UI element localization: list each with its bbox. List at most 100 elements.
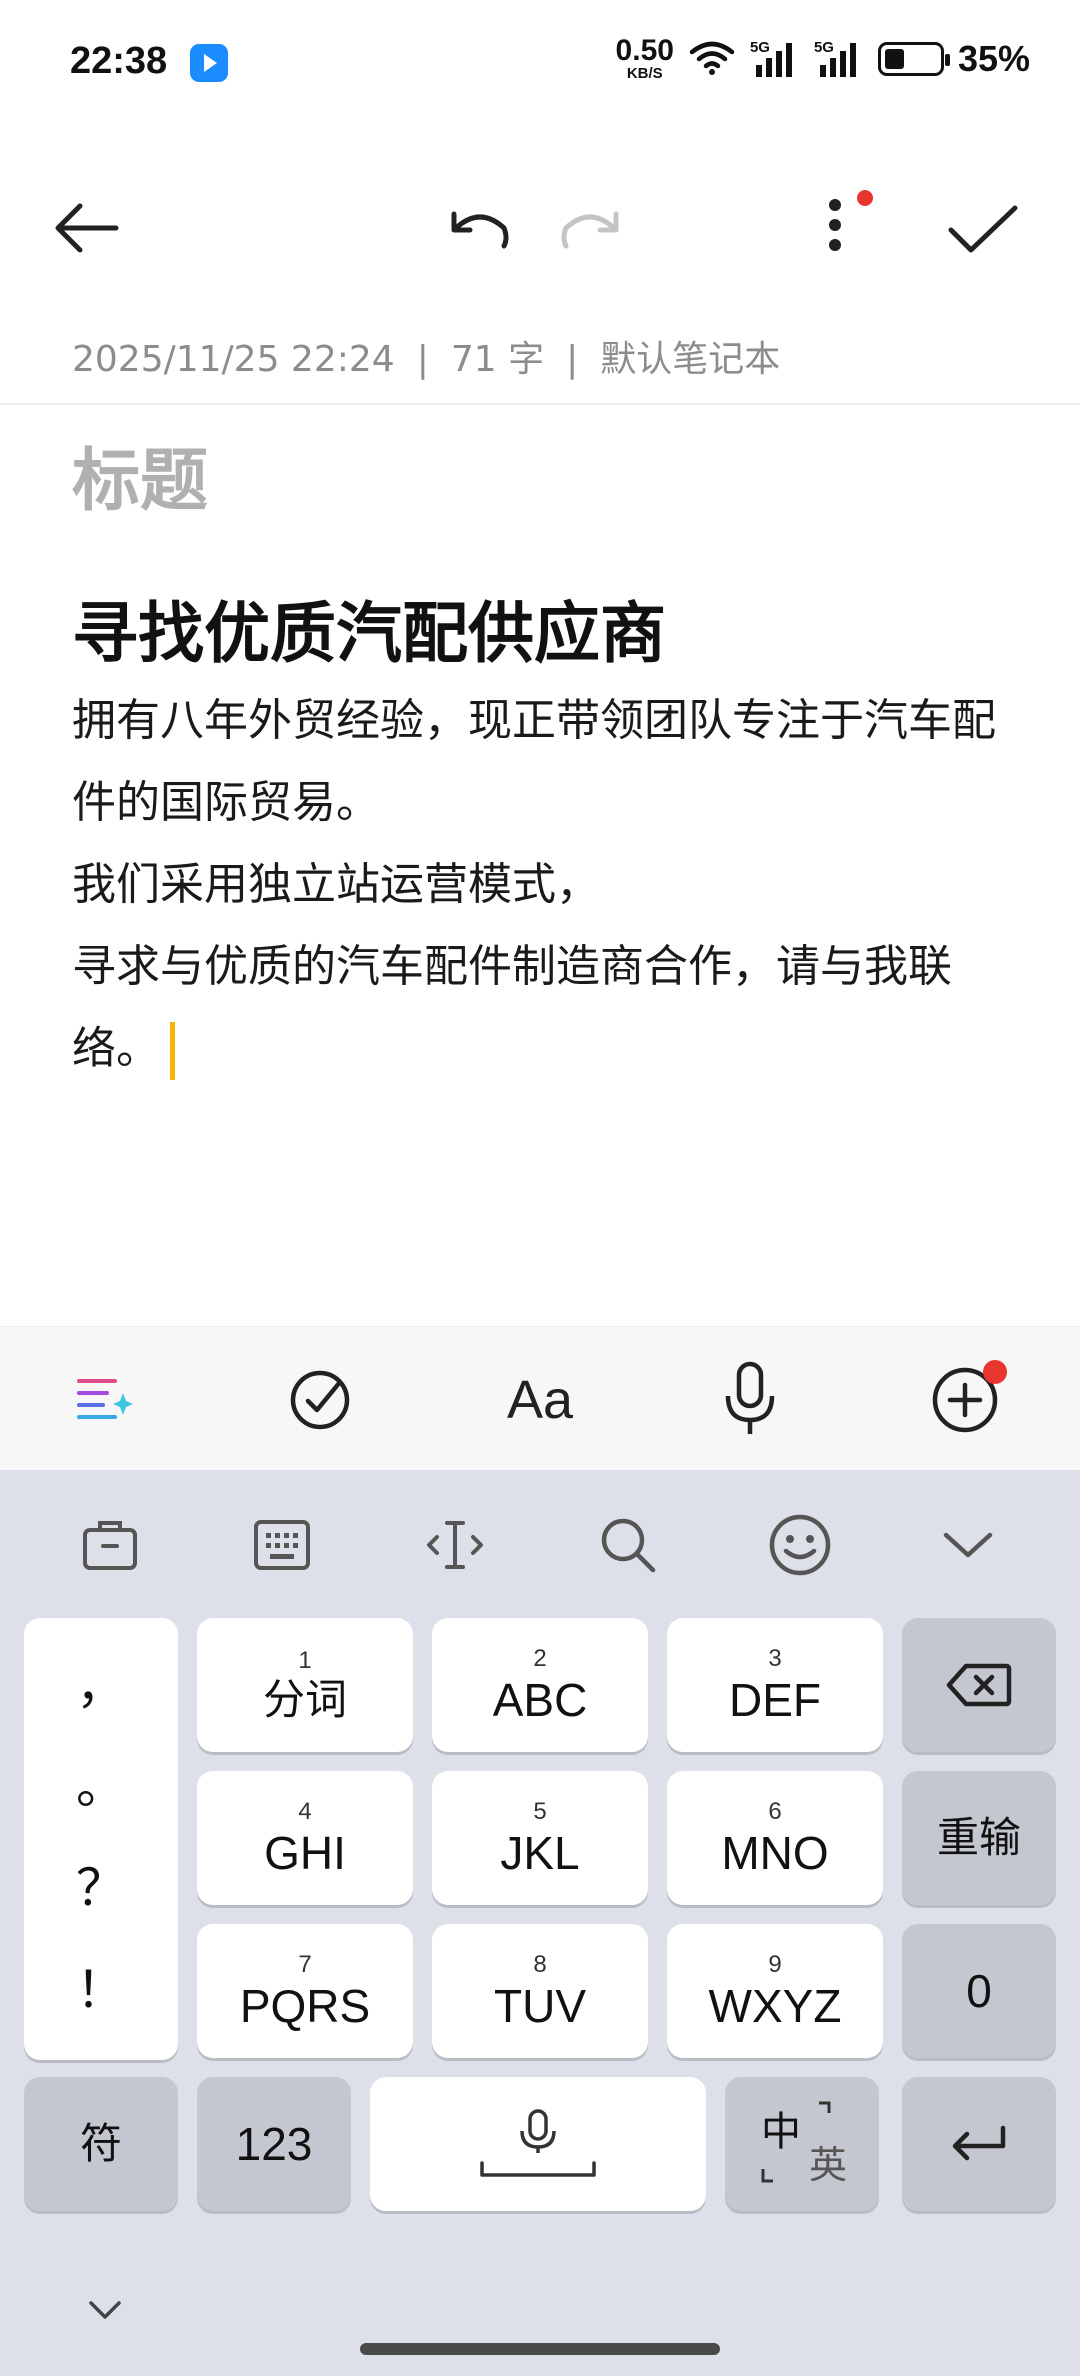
keyboard-search-button[interactable] (588, 1510, 668, 1580)
key-6-num: 6 (768, 1798, 782, 1825)
numeric-key[interactable]: 123 (197, 2077, 351, 2211)
enter-icon (952, 2125, 1006, 2161)
back-arrow-icon (55, 203, 119, 253)
checklist-icon (290, 1370, 350, 1430)
emoji-button[interactable] (760, 1510, 840, 1580)
key-4-label: GHI (264, 1827, 346, 1879)
key-4[interactable]: 4 GHI (197, 1771, 413, 1905)
space-key[interactable] (370, 2077, 706, 2211)
battery-percent: 35% (957, 37, 1030, 79)
checklist-button[interactable] (275, 1355, 365, 1445)
notification-dot (857, 190, 873, 206)
key-9[interactable]: 9 WXYZ (667, 1924, 883, 2058)
microphone-icon (725, 1361, 775, 1434)
key-3[interactable]: 3 DEF (667, 1618, 883, 1752)
key-3-num: 3 (768, 1645, 782, 1672)
note-datetime: 2025/11/25 22:24 (72, 339, 395, 380)
key-3-label: DEF (729, 1674, 821, 1726)
ai-format-button[interactable] (60, 1360, 150, 1440)
reenter-label: 重输 (936, 1813, 1021, 1862)
collapse-keyboard-button[interactable] (928, 1510, 1008, 1580)
key-2[interactable]: 2 ABC (432, 1618, 648, 1752)
more-vertical-icon (829, 199, 841, 251)
key-1-num: 1 (298, 1647, 312, 1674)
punct-period[interactable]: 。 (24, 1746, 178, 1818)
voice-input-button[interactable] (705, 1352, 795, 1448)
status-time: 22:38 (70, 40, 168, 82)
backspace-key[interactable] (902, 1618, 1056, 1752)
note-body[interactable]: 拥有八年外贸经验，现正带领团队专注于汽车配件的国际贸易。 我们采用独立站运营模式… (72, 680, 1002, 1090)
cursor-icon (427, 1521, 483, 1569)
redo-icon (561, 211, 619, 249)
title-input[interactable]: 标题 (72, 425, 208, 524)
mic-space-icon (480, 2109, 596, 2177)
check-icon (948, 205, 1018, 253)
note-char-count: 71 字 (450, 339, 545, 380)
language-toggle-icon: 中 英 (757, 2099, 847, 2189)
text-style-button[interactable]: Aa (490, 1360, 590, 1440)
note-notebook[interactable]: 默认笔记本 (600, 339, 780, 380)
punctuation-column[interactable]: ， 。 ？ ！ (24, 1618, 178, 2060)
punct-exclaim[interactable]: ！ (24, 1950, 178, 2022)
reenter-key[interactable]: 重输 (902, 1771, 1056, 1905)
punct-question[interactable]: ？ (24, 1848, 178, 1920)
symbol-label: 符 (79, 2119, 122, 2168)
clipboard-button[interactable] (70, 1510, 150, 1580)
divider (0, 403, 1080, 405)
key-7[interactable]: 7 PQRS (197, 1924, 413, 2058)
status-indicators: 0.50 KB/S 5G 5G 35% (615, 34, 1030, 82)
key-6[interactable]: 6 MNO (667, 1771, 883, 1905)
meta-separator-2: | (566, 339, 579, 380)
key-8-label: TUV (494, 1980, 586, 2032)
backspace-icon (946, 1663, 1012, 1707)
key-8[interactable]: 8 TUV (432, 1924, 648, 2058)
note-paragraph-1: 拥有八年外贸经验，现正带领团队专注于汽车配件的国际贸易。 (72, 695, 996, 828)
home-indicator[interactable] (360, 2343, 720, 2355)
search-icon (601, 1518, 656, 1573)
key-2-label: ABC (492, 1674, 588, 1726)
battery-fill (884, 48, 904, 69)
undo-icon (451, 211, 509, 249)
signal-icon-2: 5G (814, 39, 864, 79)
keyboard-icon (254, 1520, 310, 1570)
enter-key[interactable] (902, 2077, 1056, 2211)
key-1-label: 分词 (262, 1675, 347, 1724)
wifi-icon (688, 38, 736, 80)
note-meta: 2025/11/25 22:24 | 71 字 | 默认笔记本 (72, 330, 780, 382)
hide-keyboard-button[interactable] (70, 2280, 140, 2340)
clipboard-icon (83, 1521, 137, 1570)
symbol-key[interactable]: 符 (24, 2077, 178, 2211)
zero-key[interactable]: 0 (902, 1924, 1056, 2058)
redo-button[interactable] (550, 190, 630, 270)
app-badge-icon (190, 44, 228, 82)
language-toggle-key[interactable]: 中 英 (725, 2077, 879, 2211)
numeric-label: 123 (235, 2118, 313, 2170)
cursor-move-button[interactable] (415, 1510, 495, 1580)
meta-separator: | (416, 339, 429, 380)
net-speed-unit: KB/S (626, 65, 663, 82)
key-9-num: 9 (768, 1951, 782, 1978)
key-8-num: 8 (533, 1951, 547, 1978)
network-speed: 0.50 KB/S (615, 34, 674, 82)
key-6-label: MNO (721, 1827, 829, 1879)
ai-format-icon (77, 1379, 133, 1419)
punct-comma[interactable]: ， (24, 1646, 178, 1718)
key-5-num: 5 (533, 1798, 547, 1825)
key-2-num: 2 (533, 1645, 547, 1672)
emoji-icon (769, 1514, 831, 1576)
chevron-down-icon (89, 2301, 121, 2319)
text-caret (170, 1022, 175, 1080)
key-9-label: WXYZ (708, 1980, 842, 2032)
key-4-num: 4 (298, 1798, 312, 1825)
undo-button[interactable] (440, 190, 520, 270)
back-button[interactable] (40, 188, 130, 268)
key-1[interactable]: 1 分词 (197, 1618, 413, 1752)
net-speed-value: 0.50 (615, 34, 674, 67)
add-notification-dot (983, 1360, 1007, 1384)
key-5[interactable]: 5 JKL (432, 1771, 648, 1905)
done-button[interactable] (940, 190, 1026, 270)
zero-label: 0 (966, 1965, 992, 2017)
signal-icon: 5G (750, 39, 800, 79)
keyboard-layout-button[interactable] (242, 1510, 322, 1580)
note-heading[interactable]: 寻找优质汽配供应商 (72, 580, 666, 676)
